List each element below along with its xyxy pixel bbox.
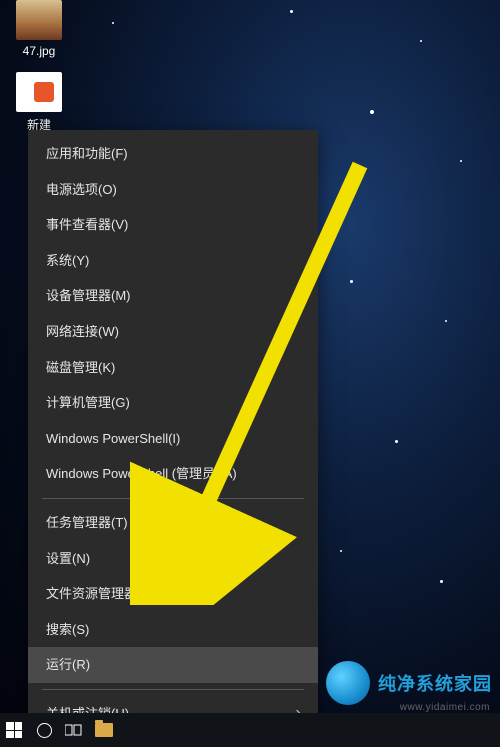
desktop-icon-image[interactable]: 47.jpg: [4, 0, 74, 58]
star: [290, 10, 293, 13]
menu-item-event-viewer[interactable]: 事件查看器(V): [28, 207, 318, 243]
image-thumbnail-icon: [16, 0, 62, 40]
menu-item-run[interactable]: 运行(R): [28, 647, 318, 683]
menu-item-powershell[interactable]: Windows PowerShell(I): [28, 421, 318, 457]
menu-item-label: 系统(Y): [46, 253, 89, 269]
start-button[interactable]: [4, 720, 24, 740]
menu-item-label: 事件查看器(V): [46, 217, 128, 233]
menu-item-label: 电源选项(O): [46, 182, 117, 198]
desktop-icon-label: 47.jpg: [4, 44, 74, 58]
star: [460, 160, 462, 162]
menu-item-label: 文件资源管理器(E): [46, 586, 154, 602]
menu-item-computer-management[interactable]: 计算机管理(G): [28, 385, 318, 421]
menu-item-label: 设置(N): [46, 551, 90, 567]
star: [112, 22, 114, 24]
star: [440, 580, 443, 583]
star: [340, 550, 342, 552]
menu-item-label: 运行(R): [46, 657, 90, 673]
menu-item-powershell-admin[interactable]: Windows PowerShell (管理员)(A): [28, 456, 318, 492]
windows-logo-icon: [6, 722, 22, 738]
watermark-text: 纯净系统家园: [378, 670, 492, 696]
menu-item-label: 计算机管理(G): [46, 395, 130, 411]
desktop[interactable]: 47.jpg 新建 Micr 应用和功能(F) 电源选项(O) 事件查看器(V)…: [0, 0, 500, 747]
menu-separator: [42, 498, 304, 499]
menu-item-label: 设备管理器(M): [46, 288, 131, 304]
menu-item-apps-features[interactable]: 应用和功能(F): [28, 136, 318, 172]
task-view-icon: [65, 723, 83, 737]
star: [395, 440, 398, 443]
star: [370, 110, 374, 114]
menu-item-device-manager[interactable]: 设备管理器(M): [28, 278, 318, 314]
star: [420, 40, 422, 42]
taskbar: [0, 713, 500, 747]
menu-item-label: 任务管理器(T): [46, 515, 128, 531]
menu-item-label: Windows PowerShell (管理员)(A): [46, 466, 237, 482]
folder-icon: [95, 723, 113, 737]
menu-item-label: Windows PowerShell(I): [46, 431, 180, 447]
menu-item-label: 磁盘管理(K): [46, 360, 115, 376]
menu-item-network-connections[interactable]: 网络连接(W): [28, 314, 318, 350]
file-thumbnail-icon: [16, 72, 62, 112]
menu-item-task-manager[interactable]: 任务管理器(T): [28, 505, 318, 541]
file-explorer-button[interactable]: [94, 720, 114, 740]
menu-item-system[interactable]: 系统(Y): [28, 243, 318, 279]
cortana-icon: [37, 723, 52, 738]
star: [445, 320, 447, 322]
menu-item-label: 网络连接(W): [46, 324, 119, 340]
menu-item-label: 搜索(S): [46, 622, 89, 638]
menu-item-label: 应用和功能(F): [46, 146, 128, 162]
watermark-url: www.yidaimei.com: [400, 702, 490, 713]
menu-item-search[interactable]: 搜索(S): [28, 612, 318, 648]
menu-separator: [42, 689, 304, 690]
winx-context-menu: 应用和功能(F) 电源选项(O) 事件查看器(V) 系统(Y) 设备管理器(M)…: [28, 130, 318, 747]
gear-icon: [326, 661, 370, 705]
menu-item-disk-management[interactable]: 磁盘管理(K): [28, 350, 318, 386]
menu-item-power-options[interactable]: 电源选项(O): [28, 172, 318, 208]
menu-item-settings[interactable]: 设置(N): [28, 541, 318, 577]
cortana-button[interactable]: [34, 720, 54, 740]
star: [350, 280, 353, 283]
task-view-button[interactable]: [64, 720, 84, 740]
menu-item-file-explorer[interactable]: 文件资源管理器(E): [28, 576, 318, 612]
watermark-logo: 纯净系统家园: [326, 661, 492, 705]
